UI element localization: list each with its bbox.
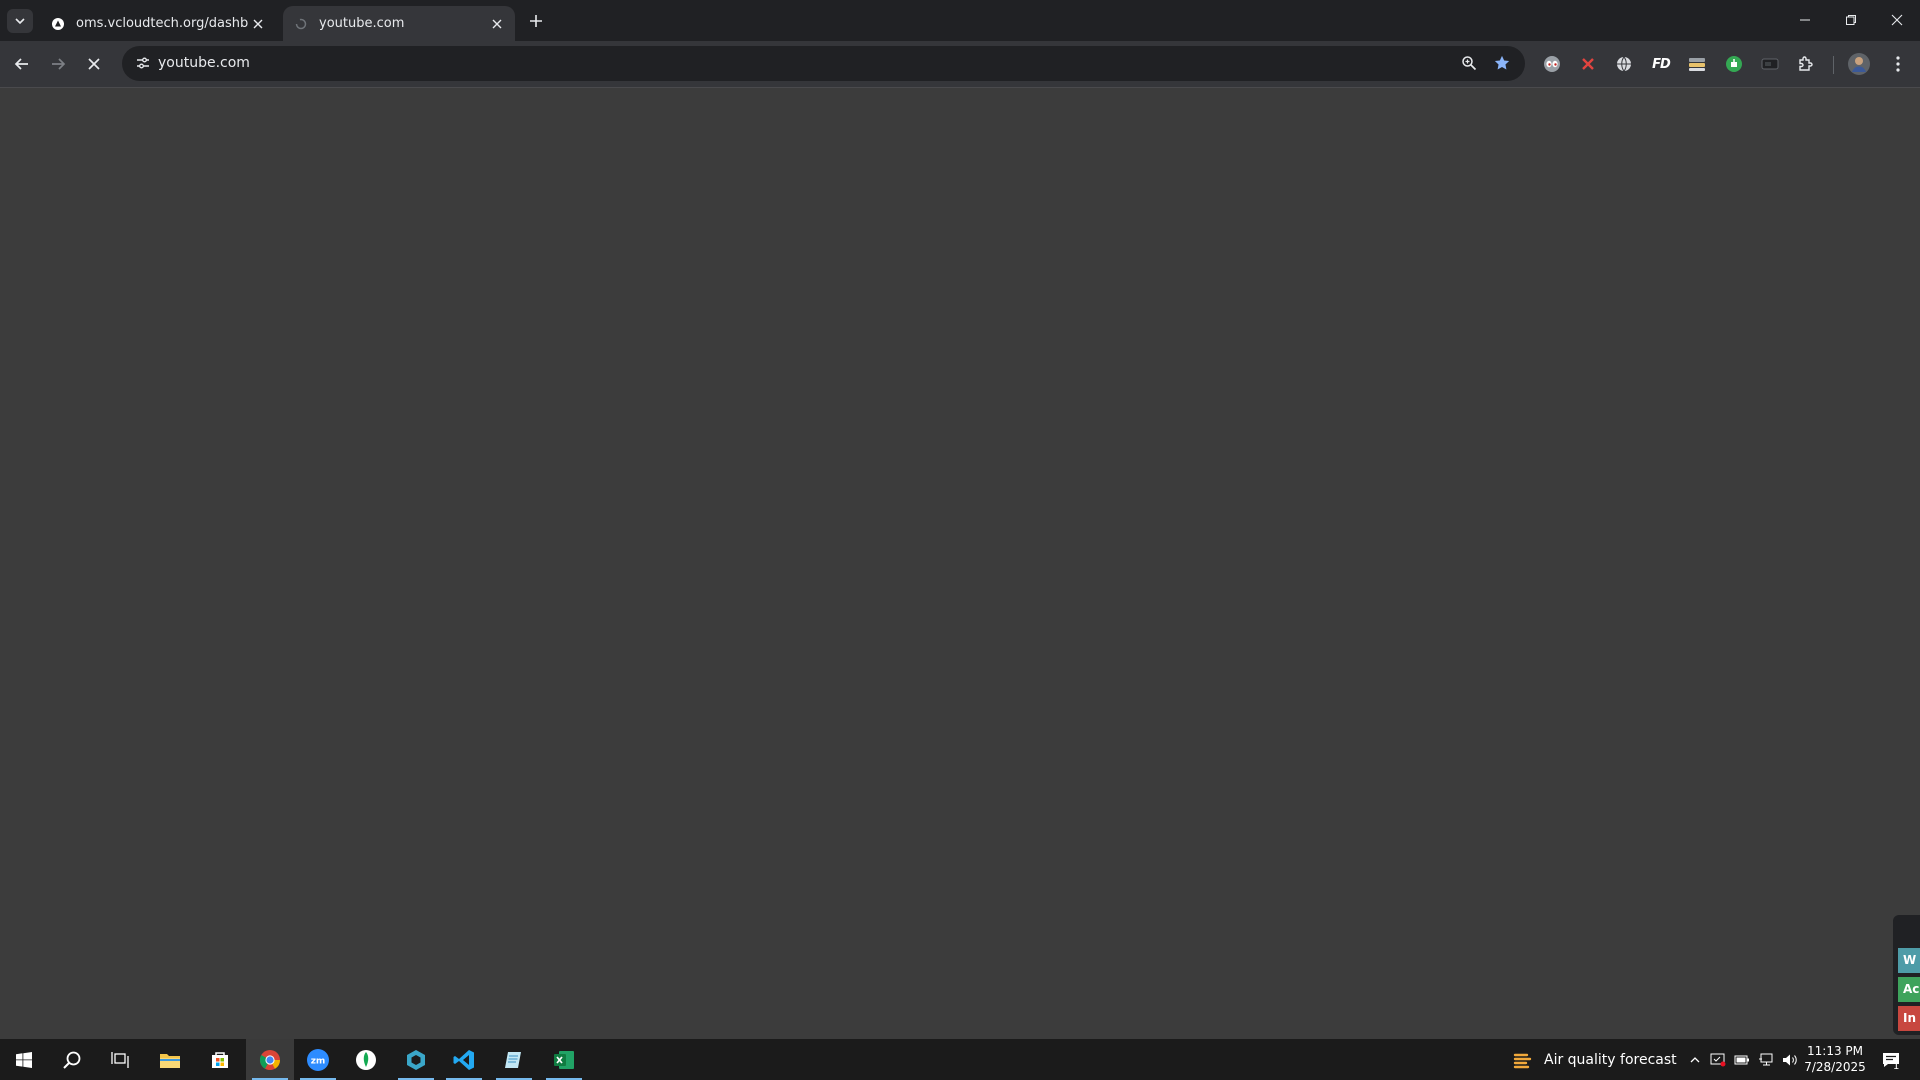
back-button[interactable] (6, 48, 38, 80)
air-quality-icon (1513, 1053, 1532, 1068)
tab-oms-dashboard[interactable]: oms.vcloudtech.org/dashboard (40, 6, 276, 41)
tray-security-icon[interactable] (1707, 1039, 1729, 1080)
eyes-extension-icon[interactable] (1536, 48, 1568, 80)
taskbar-mongodb[interactable] (342, 1039, 390, 1080)
task-view-icon (111, 1051, 129, 1068)
side-widget-label: W (1903, 953, 1917, 967)
close-icon (1891, 14, 1903, 26)
page-content-area (0, 88, 1920, 1039)
red-x-extension-icon[interactable] (1572, 48, 1604, 80)
side-floating-widget: W Ac In (1893, 915, 1920, 1035)
close-icon[interactable] (248, 14, 268, 34)
side-widget-label: Ac (1903, 982, 1920, 996)
arrow-left-icon (14, 58, 28, 70)
notepad-icon (505, 1051, 521, 1068)
tab-search-button[interactable] (7, 9, 33, 33)
address-bar[interactable]: youtube.com (122, 46, 1525, 81)
taskbar-zoom[interactable]: zm (294, 1039, 342, 1080)
minimize-button[interactable] (1782, 0, 1828, 40)
fd-label: FD (1652, 56, 1671, 72)
side-widget-item-in[interactable]: In (1898, 1006, 1920, 1031)
side-widget-item-w[interactable]: W (1898, 948, 1920, 973)
excel-icon (554, 1050, 574, 1069)
close-icon[interactable] (487, 14, 507, 34)
chevron-up-icon (1690, 1056, 1700, 1062)
chrome-icon (259, 1049, 281, 1070)
start-button[interactable] (0, 1039, 48, 1080)
taskbar-file-explorer[interactable] (146, 1039, 194, 1080)
zoom-app-icon: zm (307, 1048, 329, 1071)
minimize-icon (1800, 19, 1810, 21)
triangle-favicon-icon (50, 16, 66, 32)
restore-button[interactable] (1828, 0, 1874, 40)
tab-strip: oms.vcloudtech.org/dashboard youtube.com (0, 0, 1920, 41)
new-tab-button[interactable] (523, 9, 549, 33)
hexagon-app-icon (407, 1049, 425, 1070)
taskbar-chrome[interactable] (246, 1039, 294, 1080)
taskbar-notepad[interactable] (490, 1039, 538, 1080)
weather-widget[interactable]: Air quality forecast (1512, 1039, 1677, 1080)
arrow-right-icon (52, 58, 66, 70)
search-icon (63, 1051, 81, 1069)
loading-favicon-icon (293, 16, 309, 32)
battery-icon[interactable] (1731, 1039, 1753, 1080)
menu-kebab-icon[interactable] (1882, 48, 1914, 80)
taskbar-excel[interactable] (540, 1039, 588, 1080)
task-view-button[interactable] (96, 1039, 144, 1080)
toolbar-divider (1833, 56, 1834, 74)
weather-label: Air quality forecast (1544, 1051, 1677, 1068)
fd-extension-icon[interactable]: FD (1645, 48, 1677, 80)
green-extension-icon[interactable] (1718, 48, 1750, 80)
close-icon (88, 58, 100, 70)
tune-icon (137, 57, 149, 69)
tab-title: oms.vcloudtech.org/dashboard (76, 16, 248, 31)
globe-extension-icon[interactable] (1608, 48, 1640, 80)
tab-title: youtube.com (319, 16, 405, 31)
profile-avatar-icon[interactable] (1843, 48, 1875, 80)
notification-count: 1 (1893, 1061, 1900, 1072)
taskbar-clock[interactable]: 11:13 PM 7/28/2025 (1800, 1043, 1870, 1075)
windows-taskbar: zm Air quality forecast 11:13 PM 7/28/20… (0, 1039, 1920, 1080)
puzzle-icon[interactable] (1790, 48, 1822, 80)
windows-logo-icon (16, 1051, 32, 1068)
volume-icon[interactable] (1779, 1039, 1801, 1080)
store-bag-icon (212, 1051, 228, 1068)
side-widget-item-ac[interactable]: Ac (1898, 977, 1920, 1002)
zoom-icon[interactable] (1456, 50, 1482, 76)
clock-time: 11:13 PM (1807, 1044, 1863, 1058)
tab-youtube[interactable]: youtube.com (283, 6, 515, 41)
stack-extension-icon[interactable] (1681, 48, 1713, 80)
vscode-icon (453, 1049, 474, 1070)
close-window-button[interactable] (1874, 0, 1920, 40)
taskbar-app-hex[interactable] (392, 1039, 440, 1080)
taskbar-vscode[interactable] (440, 1039, 488, 1080)
stop-loading-button[interactable] (78, 48, 110, 80)
restore-icon (1846, 15, 1856, 25)
site-info-button[interactable] (130, 50, 156, 76)
leaf-icon (356, 1049, 376, 1070)
bookmark-star-icon[interactable] (1489, 50, 1515, 76)
plus-icon (530, 15, 542, 27)
search-button[interactable] (48, 1039, 96, 1080)
url-text[interactable]: youtube.com (158, 46, 250, 81)
forward-button[interactable] (42, 48, 74, 80)
svg-text:zm: zm (311, 1056, 326, 1066)
folder-icon (160, 1053, 180, 1068)
dark-extension-icon[interactable] (1754, 48, 1786, 80)
browser-toolbar: youtube.com FD (0, 41, 1920, 88)
show-hidden-icons-button[interactable] (1684, 1039, 1706, 1080)
side-widget-label: In (1903, 1011, 1917, 1025)
taskbar-store[interactable] (196, 1039, 244, 1080)
network-icon[interactable] (1755, 1039, 1777, 1080)
chevron-down-icon (15, 18, 25, 25)
action-center-button[interactable]: 1 (1874, 1039, 1908, 1080)
clock-date: 7/28/2025 (1804, 1060, 1866, 1074)
